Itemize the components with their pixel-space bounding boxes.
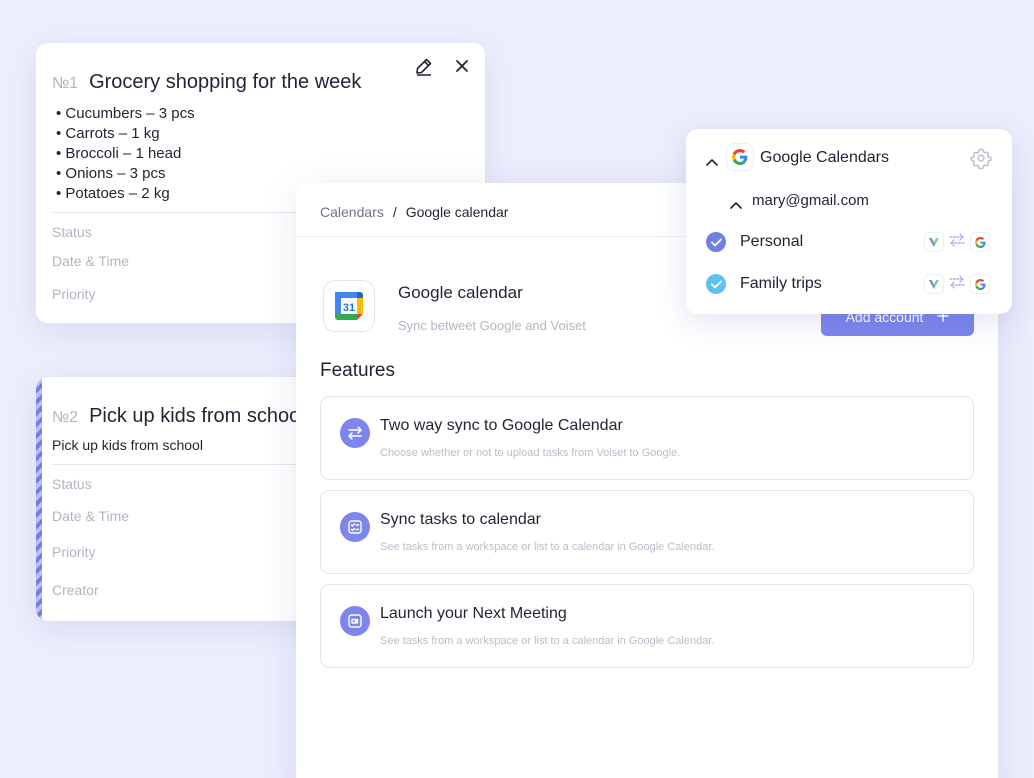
checkbox-personal[interactable]: [706, 232, 726, 252]
feature-description: Choose whether or not to upload tasks fr…: [380, 447, 681, 459]
feature-title: Two way sync to Google Calendar: [380, 417, 623, 434]
google-calendars-popup: Google Calendars mary@gmail.com Personal: [686, 129, 1012, 314]
voiset-logo-icon: [924, 232, 944, 252]
sync-arrows-icon: [948, 232, 966, 252]
field-status[interactable]: Status: [52, 476, 92, 492]
app-name: Google calendar: [398, 283, 523, 302]
sync-status: [924, 274, 990, 294]
task-header: №1 Grocery shopping for the week: [52, 71, 361, 94]
list-item: Potatoes – 2 kg: [56, 184, 195, 204]
breadcrumb: Calendars / Google calendar: [320, 204, 508, 220]
breadcrumb-separator: /: [392, 204, 397, 220]
feature-two-way-sync[interactable]: Two way sync to Google Calendar Choose w…: [320, 396, 974, 480]
field-date-time[interactable]: Date & Time: [52, 508, 129, 524]
field-priority[interactable]: Priority: [52, 286, 96, 302]
account-email: mary@gmail.com: [752, 192, 869, 209]
checkbox-family-trips[interactable]: [706, 274, 726, 294]
divider: [52, 464, 336, 465]
voiset-logo-icon: [924, 274, 944, 294]
feature-next-meeting[interactable]: Launch your Next Meeting See tasks from …: [320, 584, 974, 668]
close-icon[interactable]: [451, 55, 473, 77]
feature-description: See tasks from a workspace or list to a …: [380, 635, 715, 647]
grocery-list: Cucumbers – 3 pcs Carrots – 1 kg Broccol…: [56, 104, 195, 204]
gear-icon[interactable]: [970, 147, 992, 174]
app-description: Sync betweet Google and Voiset: [398, 318, 586, 333]
task-title: Grocery shopping for the week: [89, 71, 362, 93]
task-description: Pick up kids from school: [52, 437, 203, 453]
features-heading: Features: [320, 360, 395, 381]
video-icon: [340, 606, 370, 636]
breadcrumb-calendars[interactable]: Calendars: [320, 204, 384, 220]
feature-description: See tasks from a workspace or list to a …: [380, 541, 715, 553]
task-number: №2: [52, 409, 79, 426]
sync-status: [924, 232, 990, 252]
list-item: Broccoli – 1 head: [56, 144, 195, 164]
field-date-time[interactable]: Date & Time: [52, 253, 129, 269]
popup-title: Google Calendars: [760, 149, 889, 166]
list-item: Cucumbers – 3 pcs: [56, 104, 194, 124]
feature-sync-tasks[interactable]: Sync tasks to calendar See tasks from a …: [320, 490, 974, 574]
breadcrumb-current: Google calendar: [405, 204, 509, 220]
calendar-name: Personal: [740, 233, 804, 250]
pencil-icon[interactable]: [413, 55, 435, 77]
task-card-pickup[interactable]: №2 Pick up kids from school Pick up kids…: [36, 377, 336, 621]
task-header: №2 Pick up kids from school: [52, 405, 305, 428]
chevron-up-icon[interactable]: [706, 153, 718, 171]
google-calendar-icon: 31: [323, 280, 375, 332]
card-actions: [413, 55, 473, 77]
feature-title: Launch your Next Meeting: [380, 605, 567, 622]
field-creator[interactable]: Creator: [52, 582, 99, 598]
google-logo-icon: [970, 232, 990, 252]
svg-text:31: 31: [343, 302, 355, 314]
sync-arrows-icon: [948, 274, 966, 294]
field-priority[interactable]: Priority: [52, 544, 96, 560]
list-item: Carrots – 1 kg: [56, 124, 195, 144]
google-logo-icon: [726, 143, 754, 171]
sync-arrows-icon: [340, 418, 370, 448]
field-status[interactable]: Status: [52, 224, 92, 240]
feature-title: Sync tasks to calendar: [380, 511, 541, 528]
chevron-up-icon[interactable]: [730, 196, 742, 214]
list-item: Onions – 3 pcs: [56, 164, 195, 184]
task-number: №1: [52, 75, 79, 92]
checklist-icon: [340, 512, 370, 542]
task-title: Pick up kids from school: [89, 405, 305, 427]
google-logo-icon: [970, 274, 990, 294]
calendar-name: Family trips: [740, 275, 822, 292]
